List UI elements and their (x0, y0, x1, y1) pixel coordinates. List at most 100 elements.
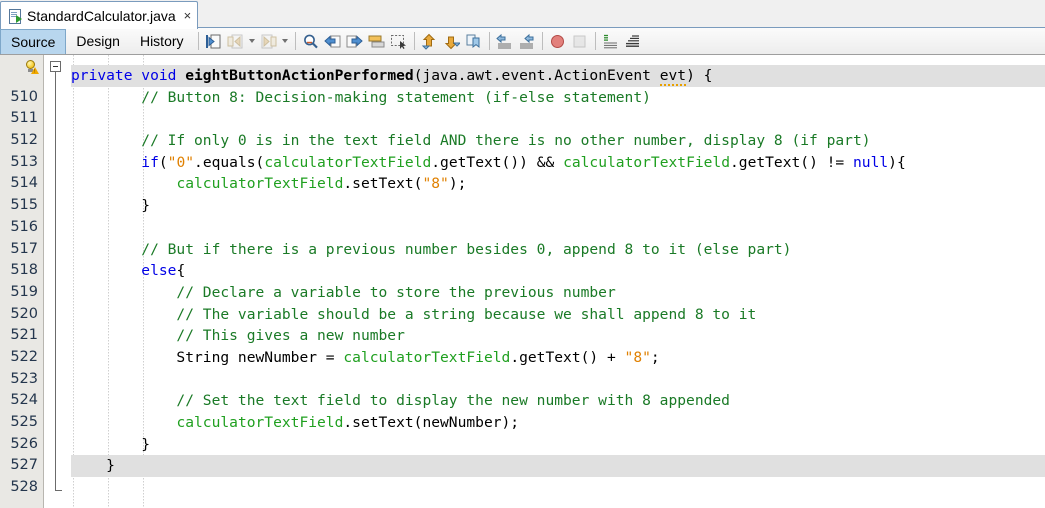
code-line[interactable]: if("0".equals(calculatorTextField.getTex… (71, 152, 1045, 174)
code-token: ); (448, 175, 467, 193)
document-tab-bar: StandardCalculator.java × (0, 0, 1045, 29)
code-token: void (141, 67, 186, 84)
line-number-gutter[interactable]: 510 511 512 513 514 515 516 517 518 519 520 521 522 5… (0, 55, 44, 508)
tab-history-label: History (139, 33, 184, 49)
line-number: 510 (10, 88, 38, 105)
line-number: 511 (10, 110, 38, 127)
previous-bookmark-icon[interactable] (419, 30, 441, 52)
shift-left-icon[interactable] (494, 30, 516, 52)
code-line[interactable]: // If only 0 is in the text field AND th… (71, 130, 1045, 152)
code-line[interactable]: // Button 8: Decision-making statement (… (71, 87, 1045, 109)
code-token: else (141, 262, 177, 280)
code-fold-column[interactable] (45, 55, 71, 508)
fold-line (55, 72, 56, 490)
code-token: (java.awt.event.ActionEvent (413, 67, 660, 84)
fold-end-marker (55, 490, 62, 491)
line-number: 523 (10, 370, 38, 387)
code-token: .setText( (343, 175, 423, 193)
code-token: { (176, 262, 186, 280)
code-token: // Set the text field to display the new… (71, 392, 730, 410)
document-tab-standardcalculator[interactable]: StandardCalculator.java × (0, 1, 199, 29)
code-token: "8" (422, 175, 449, 193)
tab-history[interactable]: History (130, 29, 194, 54)
code-token: .getText() != (730, 153, 854, 171)
code-line[interactable]: } (71, 195, 1045, 217)
code-token: calculatorTextField (343, 348, 511, 366)
toolbar-separator (488, 32, 490, 50)
tab-design-label: Design (76, 33, 120, 49)
code-line[interactable]: // But if there is a previous number bes… (71, 239, 1045, 261)
last-edit-icon[interactable] (203, 30, 225, 52)
next-bookmark-icon[interactable] (441, 30, 463, 52)
editor-toolbar: Source Design History (0, 28, 1045, 55)
toolbar-separator (413, 32, 415, 50)
code-line[interactable]: private void eightButtonActionPerformed(… (71, 65, 1045, 87)
code-token: calculatorTextField (176, 414, 344, 431)
view-tab-group: Source Design History (0, 28, 194, 54)
code-line[interactable]: String newNumber = calculatorTextField.g… (71, 347, 1045, 369)
forward-dropdown-icon[interactable] (280, 30, 291, 52)
close-icon[interactable]: × (184, 9, 192, 22)
code-token: evt (659, 67, 687, 86)
line-number: 525 (10, 414, 38, 430)
toggle-bookmark-icon[interactable] (463, 30, 485, 52)
code-token: .equals( (194, 153, 265, 171)
code-token: ){ (888, 153, 906, 171)
code-token: .setText(newNumber); (343, 414, 520, 431)
code-token: } (71, 197, 151, 215)
back-dropdown-icon[interactable] (247, 30, 258, 52)
stop-macro-recording-icon[interactable] (569, 30, 591, 52)
collapse-fold-icon[interactable] (50, 61, 61, 72)
warning-hint-bulb-icon[interactable] (25, 60, 39, 75)
code-token: .getText()) && (431, 153, 564, 171)
code-token: // If only 0 is in the text field AND th… (71, 132, 871, 150)
code-line[interactable] (71, 217, 1045, 239)
code-line[interactable]: } (71, 434, 1045, 456)
forward-icon[interactable] (258, 30, 280, 52)
code-token: // Declare a variable to store the previ… (71, 283, 616, 301)
code-line[interactable]: calculatorTextField.setText("8"); (71, 173, 1045, 195)
code-token: private (71, 67, 142, 84)
code-line[interactable]: } (71, 455, 1045, 478)
tab-design[interactable]: Design (66, 29, 130, 54)
toggle-rectangular-selection-icon[interactable] (388, 30, 410, 52)
start-macro-recording-icon[interactable] (547, 30, 569, 52)
uncomment-icon[interactable] (622, 30, 644, 52)
code-token: String newNumber = (71, 348, 344, 366)
code-line[interactable]: // Declare a variable to store the previ… (71, 282, 1045, 304)
code-line[interactable]: // This gives a new number (71, 325, 1045, 347)
line-number: 526 (10, 435, 38, 452)
line-number: 514 (10, 175, 38, 192)
find-selection-icon[interactable] (300, 30, 322, 52)
code-line[interactable] (71, 108, 1045, 130)
java-file-icon (8, 8, 22, 24)
shift-right-icon[interactable] (516, 30, 538, 52)
code-line[interactable]: // Set the text field to display the new… (71, 390, 1045, 412)
line-number: 513 (10, 153, 38, 170)
code-line[interactable] (71, 369, 1045, 391)
code-text-area[interactable]: private void eightButtonActionPerformed(… (71, 55, 1045, 508)
find-next-icon[interactable] (344, 30, 366, 52)
code-line[interactable]: // The variable should be a string becau… (71, 304, 1045, 326)
code-token: .getText() + (510, 348, 625, 366)
code-token: null (853, 153, 889, 171)
toolbar-separator (197, 32, 199, 50)
line-number: 518 (10, 262, 38, 279)
source-editor[interactable]: 509 510511512513514515516517518519520521… (0, 55, 1045, 508)
line-number: 524 (10, 392, 38, 409)
code-line[interactable]: else{ (71, 260, 1045, 282)
toolbar-separator (541, 32, 543, 50)
code-line[interactable]: calculatorTextField.setText(newNumber); (71, 412, 1045, 434)
back-icon[interactable] (225, 30, 247, 52)
line-number: 516 (10, 218, 38, 235)
find-previous-icon[interactable] (322, 30, 344, 52)
code-line[interactable] (71, 477, 1045, 499)
toggle-highlight-icon[interactable] (366, 30, 388, 52)
comment-icon[interactable] (600, 30, 622, 52)
tab-source[interactable]: Source (0, 28, 67, 54)
netbeans-editor-window: StandardCalculator.java × Source Design … (0, 0, 1045, 508)
